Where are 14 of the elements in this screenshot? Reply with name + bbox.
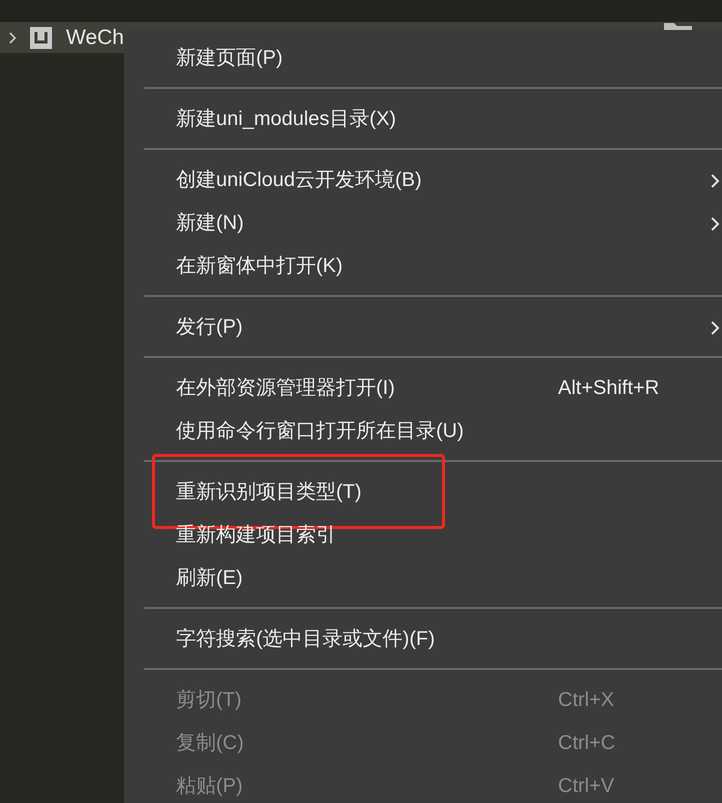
menu-item[interactable]: 发行(P) <box>124 305 722 348</box>
menu-item[interactable]: 新建(N) <box>124 201 722 244</box>
menu-item[interactable]: 刷新(E) <box>124 556 722 599</box>
chevron-icon[interactable] <box>8 30 18 44</box>
menu-item[interactable]: 重新构建项目索引 <box>124 513 722 556</box>
menu-item[interactable]: 新建页面(P) <box>124 36 722 79</box>
menu-item[interactable]: 在新窗体中打开(K) <box>124 244 722 287</box>
menu-item[interactable]: 使用命令行窗口打开所在目录(U) <box>124 409 722 452</box>
menu-item[interactable]: 字符搜索(选中目录或文件)(F) <box>124 617 722 660</box>
menu-item[interactable]: 在外部资源管理器打开(I) Alt+Shift+R <box>124 366 722 409</box>
project-name: WeCh <box>66 24 124 51</box>
menu-item[interactable]: 创建uniCloud云开发环境(B) <box>124 158 722 201</box>
menu-item[interactable]: 新建uni_modules目录(X) <box>124 97 722 140</box>
project-icon <box>30 26 52 48</box>
